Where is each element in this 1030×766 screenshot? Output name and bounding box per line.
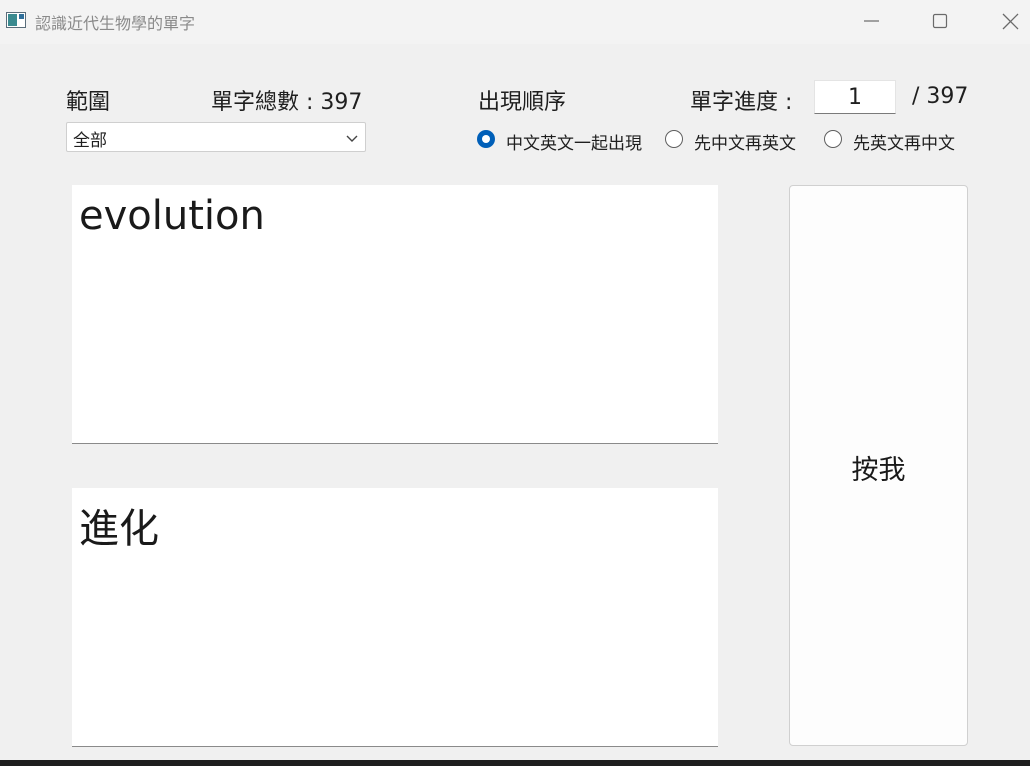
app-window-icon xyxy=(6,12,26,28)
radio-label: 中文英文一起出現 xyxy=(506,134,642,154)
progress-input[interactable]: 1 xyxy=(814,80,896,114)
progress-label: 單字進度 : xyxy=(690,90,793,115)
english-word: evolution xyxy=(79,193,265,239)
close-icon[interactable] xyxy=(990,6,1030,36)
progress-total: / 397 xyxy=(912,84,969,109)
radio-button-checked[interactable] xyxy=(477,130,495,148)
press-me-button[interactable]: 按我 xyxy=(789,185,968,746)
title-bar[interactable]: 認識近代生物學的單字 xyxy=(0,0,1030,44)
minimize-icon[interactable] xyxy=(851,6,891,36)
app-window: 認識近代生物學的單字 範圍 單字總數 : 397 出現順序 單字進度 : 全部 xyxy=(0,0,1030,760)
order-label: 出現順序 xyxy=(478,90,567,115)
range-selected-value: 全部 xyxy=(73,131,107,151)
radio-label: 先英文再中文 xyxy=(853,134,955,154)
radio-button[interactable] xyxy=(824,130,842,148)
range-dropdown[interactable]: 全部 xyxy=(66,122,366,152)
chinese-word-display[interactable]: 進化 xyxy=(72,488,718,747)
press-me-label: 按我 xyxy=(851,455,906,486)
window-title: 認識近代生物學的單字 xyxy=(35,14,196,33)
maximize-icon[interactable] xyxy=(920,6,960,36)
chevron-down-icon xyxy=(345,130,359,144)
english-word-display[interactable]: evolution xyxy=(72,185,718,444)
radio-button[interactable] xyxy=(665,130,683,148)
range-label: 範圍 xyxy=(66,90,111,115)
background-strip xyxy=(0,760,1030,766)
word-total-label: 單字總數 : 397 xyxy=(211,90,363,115)
radio-label: 先中文再英文 xyxy=(694,134,796,154)
chinese-word: 進化 xyxy=(79,506,159,552)
